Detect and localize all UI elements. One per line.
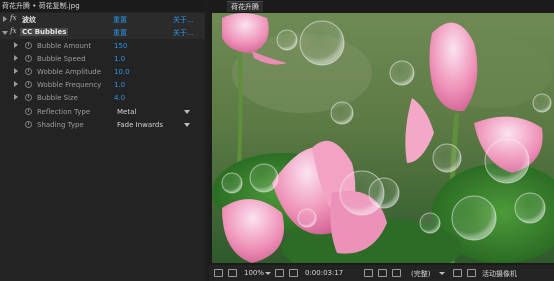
transparency-grid-icon[interactable] [467, 269, 476, 277]
expand-triangle-icon[interactable] [14, 55, 18, 61]
property-name: Bubble Size [37, 94, 78, 102]
property-row-bubble-amount[interactable]: Bubble Amount 150 [0, 39, 205, 52]
stopwatch-icon[interactable] [25, 94, 32, 101]
stopwatch-icon[interactable] [25, 121, 32, 128]
stopwatch-icon[interactable] [25, 81, 32, 88]
property-value[interactable]: 1.0 [114, 81, 125, 89]
property-name: Bubble Amount [37, 42, 92, 50]
property-value[interactable]: 4.0 [114, 94, 125, 102]
camera-select[interactable]: 活动摄像机 [482, 269, 517, 279]
effect-name: CC Bubbles [20, 28, 69, 36]
resolution-select[interactable]: (完整) [411, 269, 430, 279]
show-channel-icon[interactable] [378, 269, 387, 277]
timecode[interactable]: 0:00:03:17 [305, 269, 343, 277]
property-name: Wobble Amplitude [37, 68, 102, 76]
effect-controls-title: 荷花升腾 • 荷花复制.jpg [2, 2, 80, 10]
effect-controls-titlebar: 荷花升腾 • 荷花复制.jpg [0, 0, 205, 12]
lotus-bubbles-image [212, 13, 554, 263]
monitor-icon[interactable] [228, 269, 237, 277]
property-value[interactable]: 10.0 [114, 68, 130, 76]
crop-icon[interactable] [275, 269, 284, 277]
chevron-down-icon[interactable] [265, 272, 271, 275]
expand-triangle-icon[interactable] [14, 94, 18, 100]
expand-triangle-icon[interactable] [14, 42, 18, 48]
stopwatch-icon[interactable] [25, 42, 32, 49]
fx-toggle-icon[interactable]: fx [10, 14, 17, 22]
expand-triangle-icon[interactable] [14, 81, 18, 87]
stopwatch-icon[interactable] [25, 55, 32, 62]
composition-viewer[interactable] [212, 13, 554, 263]
color-channel-icon[interactable] [392, 269, 401, 277]
viewer-footer-bar: 100% 0:00:03:17 (完整) 活动摄像机 [209, 265, 554, 281]
dropdown-value: Metal [117, 108, 137, 116]
property-value[interactable]: 150 [114, 42, 127, 50]
about-link[interactable]: 关于... [173, 15, 194, 25]
property-row-bubble-speed[interactable]: Bubble Speed 1.0 [0, 52, 205, 65]
effect-ripple-row[interactable]: fx 波纹 重置 关于... [0, 13, 205, 26]
expand-triangle-icon[interactable] [3, 16, 7, 22]
chevron-down-icon [184, 123, 190, 127]
reset-link[interactable]: 重置 [113, 28, 127, 38]
effect-name: 波纹 [22, 16, 36, 24]
property-row-wobble-amplitude[interactable]: Wobble Amplitude 10.0 [0, 65, 205, 78]
property-row-shading-type: Shading Type Fade Inwards [0, 118, 205, 131]
property-name: Reflection Type [37, 108, 91, 116]
fx-toggle-icon[interactable]: fx [10, 27, 17, 35]
composition-panel: 荷花升腾 100% 0:00:03:17 (完整) 活动摄像机 [209, 0, 554, 281]
stopwatch-icon[interactable] [25, 108, 32, 115]
zoom-level[interactable]: 100% [244, 269, 264, 277]
about-link[interactable]: 关于... [173, 28, 194, 38]
chevron-down-icon[interactable] [439, 272, 445, 275]
collapse-triangle-icon[interactable] [2, 31, 8, 35]
property-row-reflection-type: Reflection Type Metal [0, 105, 205, 118]
stopwatch-icon[interactable] [25, 68, 32, 75]
dropdown-value: Fade Inwards [117, 121, 164, 129]
property-name: Bubble Speed [37, 55, 86, 63]
region-icon[interactable] [289, 269, 298, 277]
snapshot-icon[interactable] [364, 269, 373, 277]
chevron-down-icon [184, 110, 190, 114]
property-value[interactable]: 1.0 [114, 55, 125, 63]
reset-link[interactable]: 重置 [113, 15, 127, 25]
property-name: Shading Type [37, 121, 84, 129]
always-preview-icon[interactable] [214, 269, 223, 277]
reflection-type-dropdown[interactable]: Metal [114, 106, 192, 117]
effect-cc-bubbles-row[interactable]: fx CC Bubbles 重置 关于... [0, 26, 205, 39]
property-row-bubble-size[interactable]: Bubble Size 4.0 [0, 91, 205, 104]
expand-triangle-icon[interactable] [14, 68, 18, 74]
shading-type-dropdown[interactable]: Fade Inwards [114, 119, 192, 130]
property-name: Wobble Frequency [37, 81, 102, 89]
composition-tab[interactable]: 荷花升腾 [227, 1, 263, 12]
region-of-interest-icon[interactable] [453, 269, 462, 277]
effect-controls-panel: 荷花升腾 • 荷花复制.jpg fx 波纹 重置 关于... fx CC Bub… [0, 0, 205, 281]
property-row-wobble-frequency[interactable]: Wobble Frequency 1.0 [0, 78, 205, 91]
